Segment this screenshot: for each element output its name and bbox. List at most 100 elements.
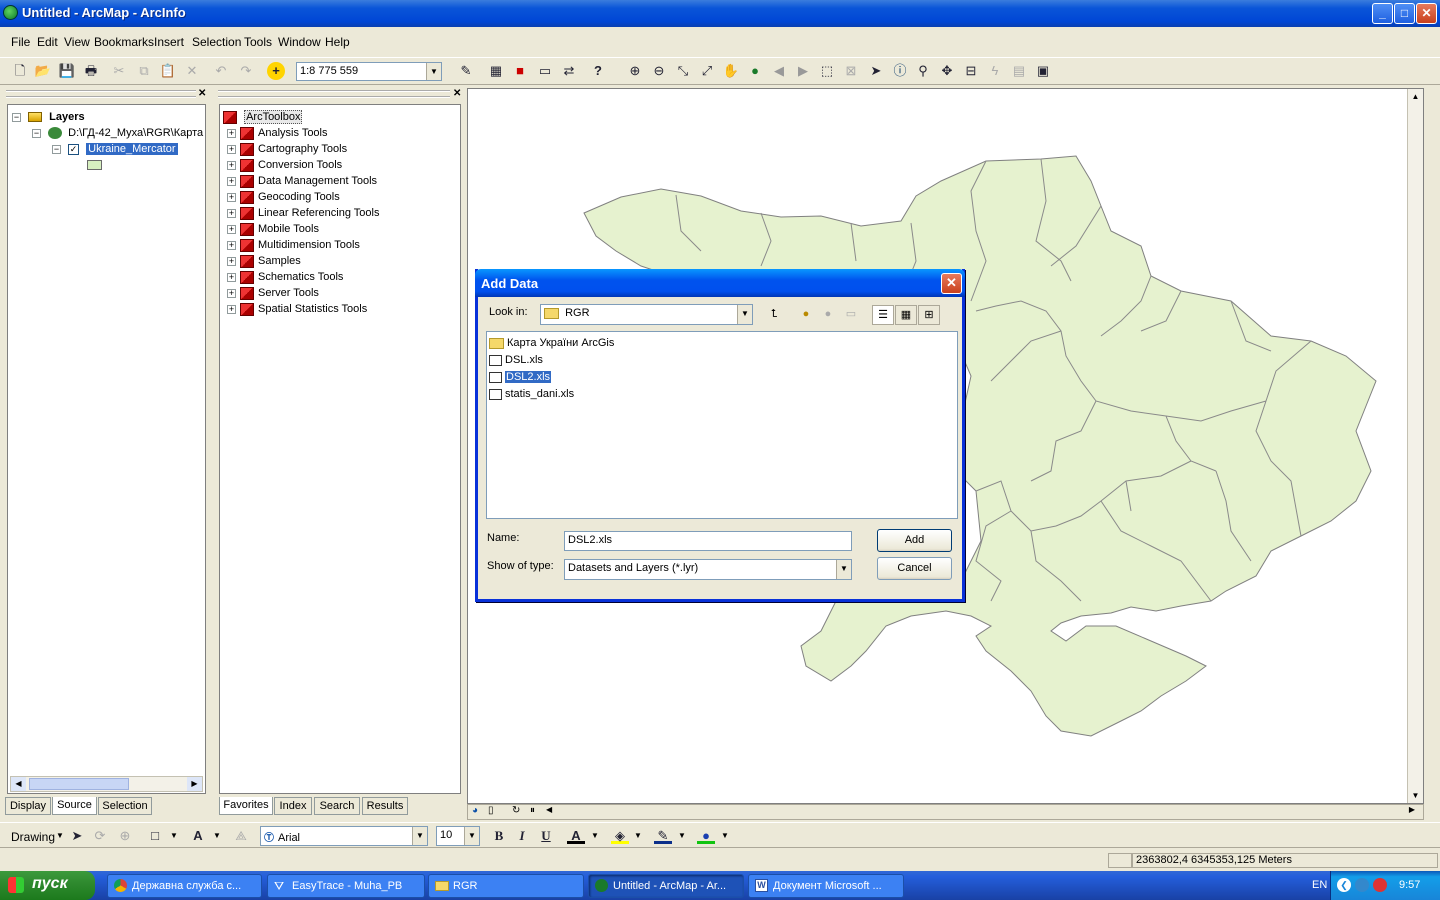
menu-tools[interactable]: Tools xyxy=(244,35,272,49)
details-view-icon[interactable]: ▦ xyxy=(895,305,917,325)
menu-selection[interactable]: Selection xyxy=(192,35,241,49)
chevron-down-icon[interactable]: ▼ xyxy=(426,63,441,80)
save-icon[interactable]: 💾 xyxy=(58,62,76,80)
expand-icon[interactable]: + xyxy=(227,128,236,138)
identify-icon[interactable]: ⓘ xyxy=(891,62,909,80)
editor-icon[interactable]: ✎ xyxy=(457,62,475,80)
menu-help[interactable]: Help xyxy=(325,35,350,49)
marker-color-icon[interactable]: ● xyxy=(697,827,715,844)
scroll-up-icon[interactable]: ▲ xyxy=(1408,89,1423,104)
model-builder-icon[interactable]: ⇄ xyxy=(560,62,578,80)
menu-edit[interactable]: Edit xyxy=(37,35,58,49)
list-item[interactable]: statis_dani.xls xyxy=(489,386,574,402)
list-item[interactable]: Карта України ArcGis xyxy=(489,335,614,351)
toolbox-header[interactable]: ✕ xyxy=(216,88,464,99)
title-bar[interactable]: Untitled - ArcMap - ArcInfo _ □ ✕ xyxy=(0,0,1440,27)
whats-this-icon[interactable]: ? xyxy=(589,62,607,80)
zoom-out-icon[interactable]: ⊖ xyxy=(650,62,668,80)
chevron-down-icon[interactable]: ▼ xyxy=(412,827,427,845)
toolbox-item[interactable]: + Samples xyxy=(227,253,301,269)
scroll-right-icon[interactable]: ▶ xyxy=(187,777,202,791)
close-icon[interactable]: ✕ xyxy=(453,88,461,99)
fill-color-icon[interactable]: ◈ xyxy=(611,827,629,844)
create-viewer-icon[interactable]: ▣ xyxy=(1034,62,1052,80)
table-of-contents[interactable]: − Layers − D:\ГД-42_Муха\RGR\Карта − ✓ U… xyxy=(7,104,206,794)
toolbox-root-row[interactable]: ArcToolbox xyxy=(223,109,303,125)
tab-search[interactable]: Search xyxy=(314,797,360,815)
scroll-thumb[interactable] xyxy=(29,778,129,790)
forward-extent-icon[interactable]: ▶ xyxy=(794,62,812,80)
expand-icon[interactable]: + xyxy=(227,272,236,282)
hyperlink-icon[interactable]: ϟ xyxy=(986,62,1004,80)
name-input[interactable]: DSL2.xls xyxy=(564,531,852,551)
collapse-icon[interactable]: − xyxy=(12,112,21,122)
toolbox-item[interactable]: + Geocoding Tools xyxy=(227,189,340,205)
redo-icon[interactable]: ↷ xyxy=(237,62,255,80)
chevron-down-icon[interactable]: ▼ xyxy=(737,305,752,324)
tab-results[interactable]: Results xyxy=(362,797,408,815)
layout-view-icon[interactable]: ▯ xyxy=(488,805,494,816)
fixed-zoom-in-icon[interactable]: ⤡ xyxy=(674,62,692,80)
arctoolbox-icon[interactable]: ■ xyxy=(511,62,529,80)
toc-source-row[interactable]: − D:\ГД-42_Муха\RGR\Карта xyxy=(32,125,203,141)
thumbnails-view-icon[interactable]: ⊞ xyxy=(918,305,940,325)
task-arcmap[interactable]: Untitled - ArcMap - Ar... xyxy=(588,874,744,898)
list-view-icon[interactable]: ☰ xyxy=(872,305,894,325)
edit-vertices-icon[interactable]: ⟁ xyxy=(232,827,250,845)
menu-file[interactable]: File xyxy=(11,35,30,49)
font-combo[interactable]: Ⓣ Arial ▼ xyxy=(260,826,428,846)
list-item[interactable]: DSL.xls xyxy=(489,352,543,368)
expand-icon[interactable]: + xyxy=(227,144,236,154)
maximize-button[interactable]: □ xyxy=(1394,3,1415,24)
find-binoculars-icon[interactable]: ⚲ xyxy=(914,62,932,80)
measure-icon[interactable]: ⊟ xyxy=(962,62,980,80)
expand-icon[interactable]: + xyxy=(227,256,236,266)
toolbox-item[interactable]: + Linear Referencing Tools xyxy=(227,205,379,221)
open-folder-icon[interactable]: 📂 xyxy=(34,62,52,80)
copy-icon[interactable]: ⧉ xyxy=(135,62,153,80)
tab-favorites[interactable]: Favorites xyxy=(219,797,273,815)
expand-icon[interactable]: + xyxy=(227,224,236,234)
arctoolbox-panel[interactable]: ArcToolbox + Analysis Tools + Cartography T… xyxy=(219,104,461,794)
toolbox-item[interactable]: + Mobile Tools xyxy=(227,221,319,237)
html-popup-icon[interactable]: ▤ xyxy=(1010,62,1028,80)
toolbox-item[interactable]: + Server Tools xyxy=(227,285,319,301)
dialog-title-bar[interactable]: Add Data ✕ xyxy=(475,269,965,297)
toc-header[interactable]: ✕ xyxy=(4,88,210,99)
collapse-icon[interactable]: − xyxy=(32,128,41,138)
italic-button[interactable]: I xyxy=(513,827,531,845)
chevron-down-icon[interactable]: ▼ xyxy=(170,831,178,840)
toolbox-item[interactable]: + Conversion Tools xyxy=(227,157,342,173)
fixed-zoom-out-icon[interactable]: ⤢ xyxy=(698,62,716,80)
select-elements-arrow-icon[interactable]: ➤ xyxy=(68,827,86,845)
tab-selection[interactable]: Selection xyxy=(98,797,152,815)
toc-layers-row[interactable]: − Layers xyxy=(12,109,85,125)
task-word-document[interactable]: W Документ Microsoft ... xyxy=(748,874,904,898)
horizontal-scrollbar[interactable]: ◀ ▶ xyxy=(10,776,203,792)
new-folder-icon[interactable]: ▭ xyxy=(840,305,862,325)
command-line-icon[interactable]: ▭ xyxy=(536,62,554,80)
font-color-icon[interactable]: A xyxy=(567,827,585,844)
dialog-close-button[interactable]: ✕ xyxy=(941,273,962,294)
map-vertical-scrollbar[interactable]: ▲ ▼ xyxy=(1407,89,1423,803)
expand-icon[interactable]: + xyxy=(227,176,236,186)
collapse-icon[interactable]: − xyxy=(52,144,61,154)
arccatalog-icon[interactable]: ▦ xyxy=(487,62,505,80)
up-one-level-icon[interactable]: ⮤ xyxy=(763,305,785,325)
toolbox-item[interactable]: + Data Management Tools xyxy=(227,173,377,189)
scroll-left-icon[interactable]: ◀ xyxy=(546,805,552,814)
look-in-combo[interactable]: RGR ▼ xyxy=(540,304,753,325)
scroll-right-icon[interactable]: ▶ xyxy=(1409,805,1415,814)
toolbox-item[interactable]: + Cartography Tools xyxy=(227,141,347,157)
menu-window[interactable]: Window xyxy=(278,35,321,49)
go-to-xy-icon[interactable]: ✥ xyxy=(938,62,956,80)
tray-antivirus-icon[interactable] xyxy=(1373,878,1387,892)
expand-icon[interactable]: + xyxy=(227,160,236,170)
pause-drawing-icon[interactable]: ⏸ xyxy=(530,805,535,816)
line-color-icon[interactable]: ✎ xyxy=(654,827,672,844)
menu-view[interactable]: View xyxy=(64,35,90,49)
bold-button[interactable]: B xyxy=(490,827,508,845)
tab-display[interactable]: Display xyxy=(5,797,51,815)
toc-layer-row[interactable]: − ✓ Ukraine_Mercator xyxy=(52,141,178,157)
chevron-down-icon[interactable]: ▼ xyxy=(721,831,729,840)
